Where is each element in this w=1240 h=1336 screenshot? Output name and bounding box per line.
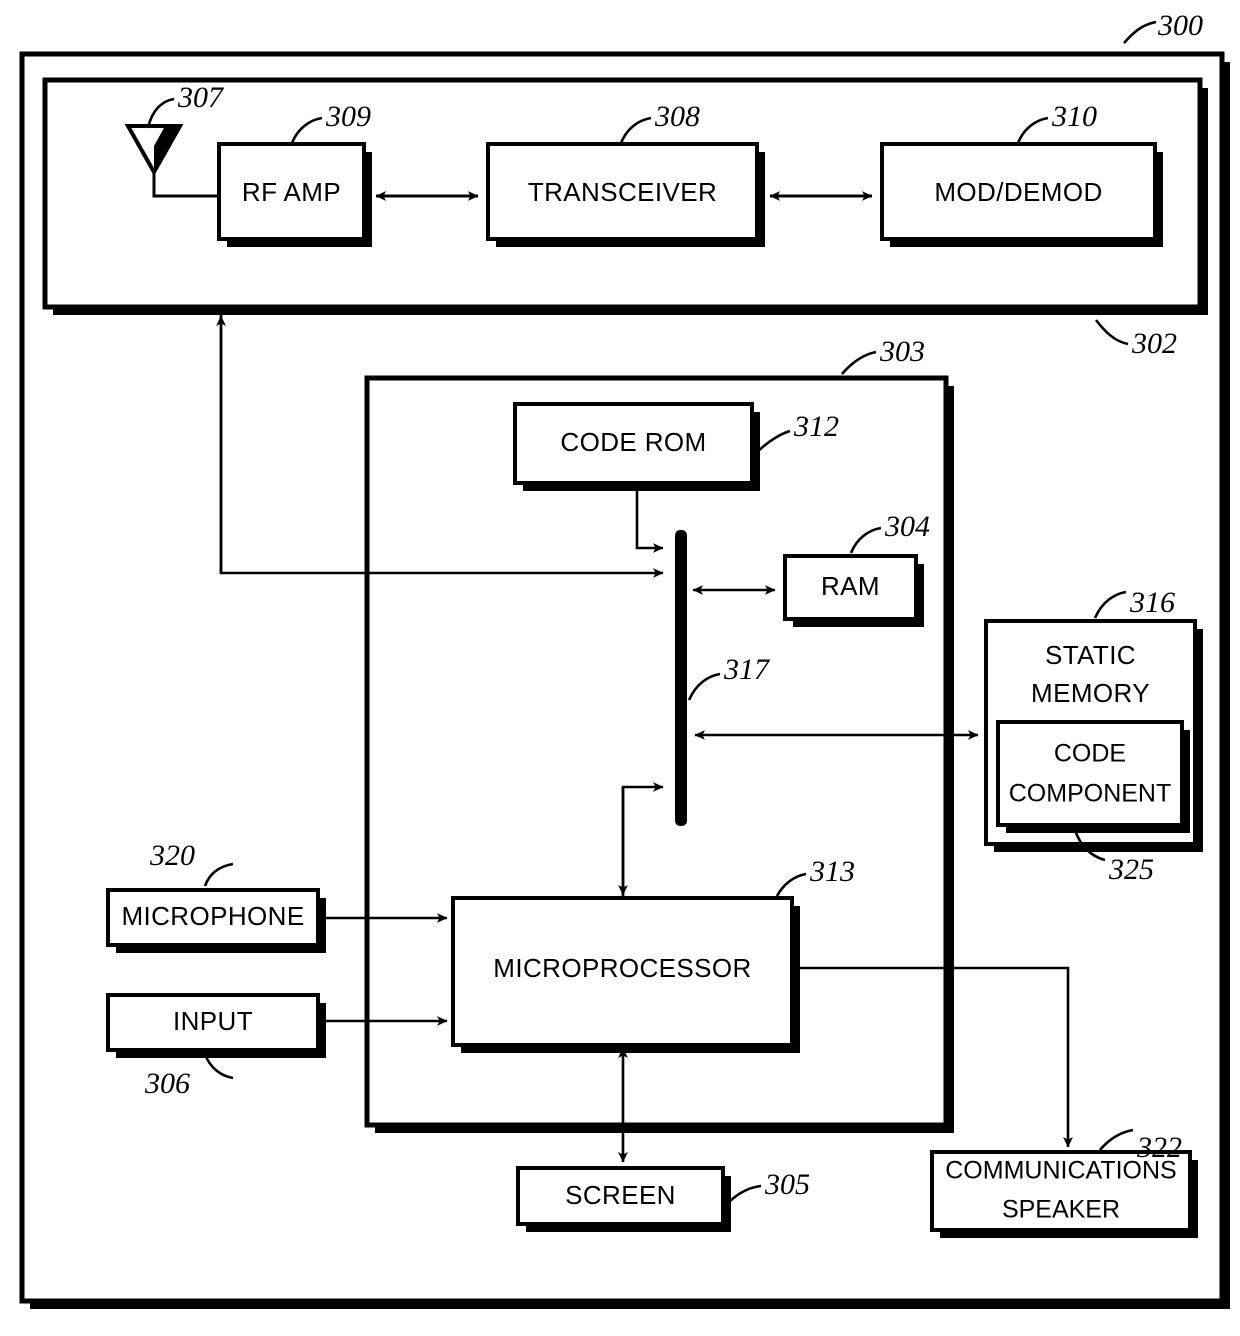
microphone-block: MICROPHONE bbox=[106, 888, 326, 953]
transceiver-block: TRANSCEIVER bbox=[486, 142, 765, 247]
ref-304: 304 bbox=[849, 510, 930, 554]
ref-303: 303 bbox=[841, 335, 925, 375]
ref-304-label: 304 bbox=[884, 510, 930, 543]
ref-310-label: 310 bbox=[1051, 100, 1097, 133]
ref-306: 306 bbox=[144, 1053, 234, 1100]
screen-block: SCREEN bbox=[516, 1166, 731, 1232]
figure-canvas: RF AMP TRANSCEIVER MOD/DEMOD CODE ROM RA… bbox=[0, 0, 1240, 1336]
ref-312-label: 312 bbox=[793, 410, 839, 443]
ref-316-label: 316 bbox=[1129, 586, 1175, 619]
antenna-symbol bbox=[124, 124, 219, 198]
ref-322-label: 322 bbox=[1136, 1131, 1182, 1164]
wire-bus-microprocessor bbox=[618, 782, 664, 898]
ref-300: 300 bbox=[1123, 9, 1203, 44]
static-memory-label-line1: STATIC bbox=[1045, 640, 1136, 670]
ref-313-label: 313 bbox=[809, 855, 855, 888]
ref-305: 305 bbox=[729, 1168, 810, 1202]
ref-306-label: 306 bbox=[144, 1067, 190, 1100]
code-component-label-line1: CODE bbox=[1054, 740, 1126, 768]
code-component-block: CODE COMPONENT bbox=[996, 720, 1190, 833]
ref-316: 316 bbox=[1093, 586, 1175, 619]
ref-320: 320 bbox=[149, 839, 234, 887]
ram-block: RAM bbox=[783, 554, 924, 627]
system-bus bbox=[675, 530, 687, 826]
ref-317-label: 317 bbox=[723, 653, 771, 686]
static-memory-label-line2: MEMORY bbox=[1031, 678, 1150, 708]
ref-310: 310 bbox=[1016, 100, 1097, 144]
ref-325-label: 325 bbox=[1108, 853, 1154, 886]
ref-309: 309 bbox=[290, 100, 371, 144]
ref-303-label: 303 bbox=[879, 335, 925, 368]
wire-microprocessor-speaker bbox=[794, 966, 1073, 1148]
code-rom-label: CODE ROM bbox=[560, 427, 706, 457]
ref-313: 313 bbox=[775, 855, 855, 897]
ref-308-label: 308 bbox=[654, 100, 700, 133]
ref-302-label: 302 bbox=[1131, 327, 1177, 360]
ref-309-label: 309 bbox=[325, 100, 371, 133]
ref-307-label: 307 bbox=[177, 81, 225, 114]
ram-label: RAM bbox=[821, 571, 880, 601]
ref-302: 302 bbox=[1094, 319, 1177, 360]
ref-305-label: 305 bbox=[764, 1168, 810, 1201]
static-memory-block: STATIC MEMORY CODE COMPONENT bbox=[984, 619, 1203, 852]
ref-300-label: 300 bbox=[1157, 9, 1203, 42]
communications-speaker-label-line2: SPEAKER bbox=[1002, 1196, 1120, 1224]
rf-amp-block: RF AMP bbox=[217, 142, 372, 247]
code-component-label-line2: COMPONENT bbox=[1009, 780, 1172, 808]
ref-320-label: 320 bbox=[149, 839, 195, 872]
ref-308: 308 bbox=[619, 100, 700, 144]
ref-312: 312 bbox=[756, 410, 839, 453]
rf-amp-label: RF AMP bbox=[242, 177, 341, 207]
transceiver-label: TRANSCEIVER bbox=[528, 177, 717, 207]
input-label: INPUT bbox=[173, 1006, 253, 1036]
mod-demod-block: MOD/DEMOD bbox=[880, 142, 1163, 247]
screen-label: SCREEN bbox=[565, 1180, 676, 1210]
microprocessor-label: MICROPROCESSOR bbox=[493, 953, 751, 983]
code-rom-block: CODE ROM bbox=[513, 402, 760, 491]
microphone-label: MICROPHONE bbox=[121, 901, 304, 931]
mod-demod-label: MOD/DEMOD bbox=[934, 177, 1102, 207]
communications-speaker-block: COMMUNICATIONS SPEAKER bbox=[930, 1150, 1198, 1238]
block-diagram-svg: RF AMP TRANSCEIVER MOD/DEMOD CODE ROM RA… bbox=[19, 9, 1230, 1309]
ref-307: 307 bbox=[146, 81, 225, 129]
input-block: INPUT bbox=[106, 993, 326, 1058]
ref-317: 317 bbox=[687, 653, 771, 701]
wire-coderom-bus bbox=[635, 483, 664, 553]
microprocessor-block: MICROPROCESSOR bbox=[451, 896, 800, 1053]
